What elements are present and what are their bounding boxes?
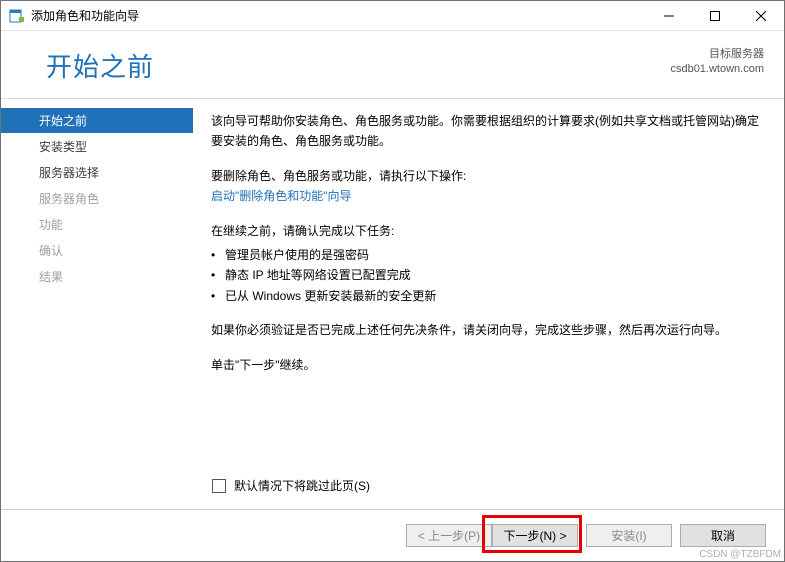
cancel-button[interactable]: 取消	[680, 524, 766, 547]
body: 开始之前 安装类型 服务器选择 服务器角色 功能 确认 结果 该向导可帮助你安装…	[1, 99, 784, 503]
maximize-button[interactable]	[692, 1, 738, 31]
nav-results: 结果	[1, 264, 193, 289]
watermark: CSDN @TZBFDM	[699, 549, 781, 560]
page-title: 开始之前	[46, 47, 670, 84]
footer: < 上一步(P) 下一步(N) > 安装(I) 取消	[1, 509, 784, 561]
content-panel: 该向导可帮助你安装角色、角色服务或功能。你需要根据组织的计算要求(例如共享文档或…	[193, 105, 784, 503]
intro-text: 该向导可帮助你安装角色、角色服务或功能。你需要根据组织的计算要求(例如共享文档或…	[211, 111, 760, 152]
minimize-button[interactable]	[646, 1, 692, 31]
prereq-item: 静态 IP 地址等网络设置已配置完成	[211, 265, 760, 285]
skip-checkbox-label: 默认情况下将跳过此页(S)	[234, 477, 370, 494]
destination-server-box: 目标服务器 csdb01.wtown.com	[670, 47, 764, 78]
wizard-window: 添加角色和功能向导 开始之前 目标服务器 csdb01.wtown.com 开始…	[0, 0, 785, 562]
sidebar: 开始之前 安装类型 服务器选择 服务器角色 功能 确认 结果	[1, 105, 193, 503]
confirm-intro: 在继续之前，请确认完成以下任务:	[211, 221, 760, 241]
nav-installation-type[interactable]: 安装类型	[1, 134, 193, 159]
nav-before-you-begin[interactable]: 开始之前	[1, 108, 193, 133]
prereq-list: 管理员帐户使用的是强密码 静态 IP 地址等网络设置已配置完成 已从 Windo…	[211, 245, 760, 306]
window-title: 添加角色和功能向导	[31, 7, 646, 24]
close-button[interactable]	[738, 1, 784, 31]
remove-intro: 要删除角色、角色服务或功能，请执行以下操作:	[211, 166, 760, 186]
window-controls	[646, 1, 784, 31]
previous-button: < 上一步(P)	[406, 524, 492, 547]
destination-server: csdb01.wtown.com	[670, 62, 764, 77]
nav-features: 功能	[1, 212, 193, 237]
header: 开始之前 目标服务器 csdb01.wtown.com	[1, 31, 784, 94]
nav-button-group: < 上一步(P) 下一步(N) >	[406, 524, 578, 547]
install-button: 安装(I)	[586, 524, 672, 547]
skip-checkbox[interactable]	[212, 479, 226, 493]
nav-server-roles: 服务器角色	[1, 186, 193, 211]
titlebar: 添加角色和功能向导	[1, 1, 784, 31]
app-icon	[9, 8, 25, 24]
nav-confirmation: 确认	[1, 238, 193, 263]
next-button[interactable]: 下一步(N) >	[492, 524, 578, 547]
nav-server-selection[interactable]: 服务器选择	[1, 160, 193, 185]
prereq-item: 管理员帐户使用的是强密码	[211, 245, 760, 265]
continue-text: 单击"下一步"继续。	[211, 355, 760, 375]
skip-row: 默认情况下将跳过此页(S)	[212, 477, 370, 494]
remove-roles-link[interactable]: 启动"删除角色和功能"向导	[211, 189, 352, 203]
destination-label: 目标服务器	[670, 47, 764, 62]
verify-text: 如果你必须验证是否已完成上述任何先决条件，请关闭向导，完成这些步骤，然后再次运行…	[211, 320, 760, 340]
prereq-item: 已从 Windows 更新安装最新的安全更新	[211, 286, 760, 306]
